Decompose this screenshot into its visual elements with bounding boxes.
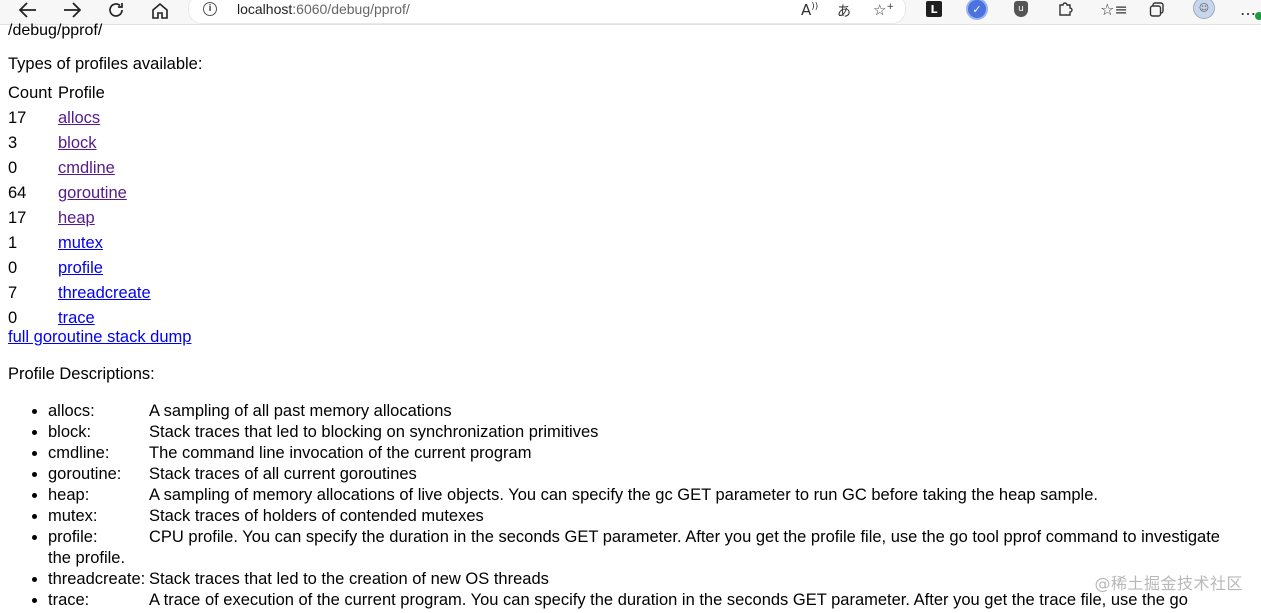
profile-link-profile[interactable]: profile — [58, 259, 103, 277]
table-row: 17 allocs — [8, 108, 151, 128]
description-term: profile: — [48, 528, 98, 546]
profile-count: 7 — [8, 284, 18, 302]
profile-count: 17 — [8, 209, 27, 227]
description-text: Stack traces of all current goroutines — [149, 465, 417, 483]
table-row: 7 threadcreate — [8, 283, 151, 303]
list-item: allocs: A sampling of all past memory all… — [48, 401, 1228, 422]
profile-link-mutex[interactable]: mutex — [58, 234, 103, 252]
description-text: CPU profile. You can specify the duratio… — [48, 528, 1220, 567]
description-text: Stack traces that led to blocking on syn… — [149, 423, 599, 441]
list-item: threadcreate:Stack traces that led to th… — [48, 569, 1228, 590]
profile-count: 0 — [8, 309, 18, 327]
list-item: profile:CPU profile. You can specify the… — [48, 527, 1228, 569]
table-row: 0 profile — [8, 258, 151, 278]
profile-link-heap[interactable]: heap — [58, 209, 95, 227]
descriptions-heading: Profile Descriptions: — [8, 365, 155, 383]
list-item: cmdline: The command line invocation of t… — [48, 443, 1228, 464]
description-term: cmdline: — [48, 444, 110, 462]
profile-link-threadcreate[interactable]: threadcreate — [58, 284, 151, 302]
descriptions-list: allocs: A sampling of all past memory all… — [8, 401, 1228, 611]
profile-link-goroutine[interactable]: goroutine — [58, 184, 127, 202]
table-row: 3 block — [8, 133, 151, 153]
profile-link-cmdline[interactable]: cmdline — [58, 159, 115, 177]
types-heading: Types of profiles available: — [8, 55, 203, 73]
description-text: Stack traces that led to the creation of… — [149, 570, 549, 588]
description-term: mutex: — [48, 507, 98, 525]
profile-count: 3 — [8, 134, 18, 152]
profile-count: 0 — [8, 259, 18, 277]
description-term: threadcreate: — [48, 570, 146, 588]
description-text: The command line invocation of the curre… — [149, 444, 532, 462]
list-item: heap: A sampling of memory allocations of… — [48, 485, 1228, 506]
description-text: A trace of execution of the current prog… — [149, 591, 1188, 609]
description-text: Stack traces of holders of contended mut… — [149, 507, 484, 525]
description-text: A sampling of all past memory allocation… — [149, 402, 452, 420]
profile-header: Profile — [58, 84, 105, 102]
profile-count: 17 — [8, 109, 27, 127]
profile-link-trace[interactable]: trace — [58, 309, 95, 327]
full-goroutine-dump-link[interactable]: full goroutine stack dump — [8, 327, 191, 347]
page-content: /debug/pprof/ Types of profiles availabl… — [8, 0, 1261, 613]
list-item: mutex: Stack traces of holders of contend… — [48, 506, 1228, 527]
table-row: 17 heap — [8, 208, 151, 228]
profile-count: 1 — [8, 234, 18, 252]
table-row: 1 mutex — [8, 233, 151, 253]
profile-link-block[interactable]: block — [58, 134, 97, 152]
table-row: 0 cmdline — [8, 158, 151, 178]
list-item: goroutine: Stack traces of all current go… — [48, 464, 1228, 485]
description-term: heap: — [48, 486, 90, 504]
table-header-row: Count Profile — [8, 83, 151, 103]
profile-link-allocs[interactable]: allocs — [58, 109, 100, 127]
profiles-table: Count Profile 17 allocs 3 block 0 cmdlin… — [5, 78, 154, 333]
description-term: allocs: — [48, 402, 95, 420]
count-header: Count — [8, 84, 53, 102]
description-term: trace: — [48, 591, 90, 609]
profile-count: 64 — [8, 184, 27, 202]
watermark: @稀土掘金技术社区 — [1094, 574, 1243, 593]
page-header-fragment: /debug/pprof/ — [8, 22, 103, 39]
description-term: block: — [48, 423, 92, 441]
table-row: 0 trace — [8, 308, 151, 328]
description-text: A sampling of memory allocations of live… — [149, 486, 1098, 504]
table-row: 64 goroutine — [8, 183, 151, 203]
list-item: block: Stack traces that led to blocking … — [48, 422, 1228, 443]
profile-count: 0 — [8, 159, 18, 177]
description-term: goroutine: — [48, 465, 122, 483]
list-item: trace: A trace of execution of the curren… — [48, 590, 1228, 611]
